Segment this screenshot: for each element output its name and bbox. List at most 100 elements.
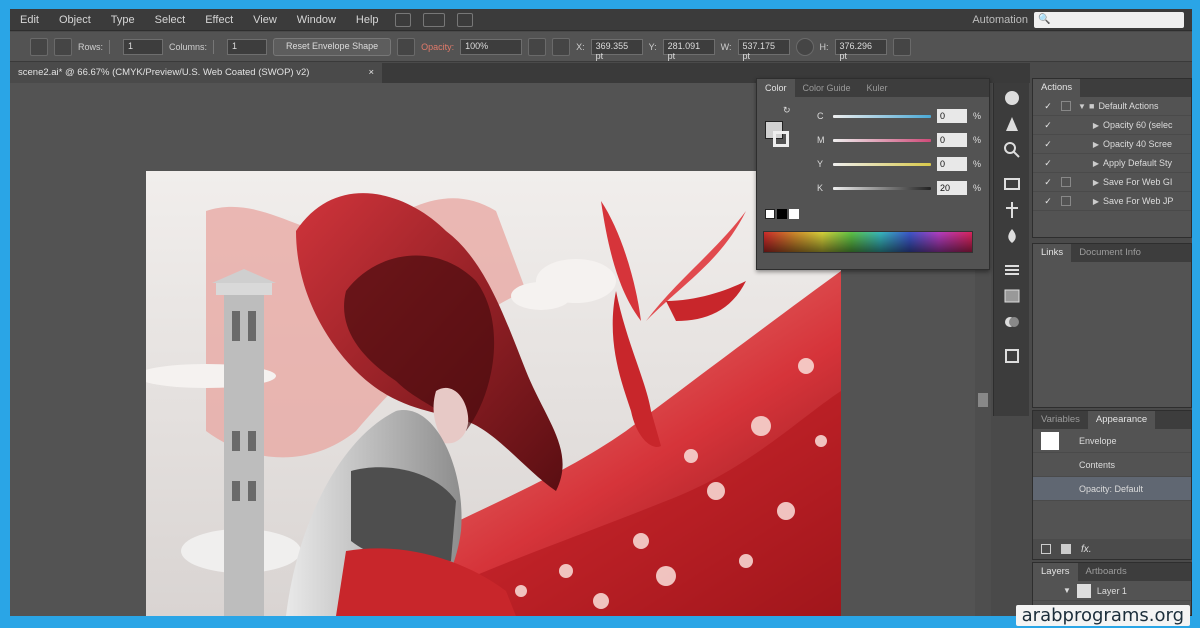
tab-artboards[interactable]: Artboards xyxy=(1078,563,1135,581)
color-panel-icon[interactable] xyxy=(1001,87,1023,109)
workspace-switcher[interactable]: Automation xyxy=(972,14,1034,26)
check-icon[interactable]: ✓ xyxy=(1041,158,1055,169)
brushes-icon[interactable] xyxy=(1001,113,1023,135)
tab-color[interactable]: Color xyxy=(757,79,795,97)
columns-field[interactable]: 1 xyxy=(227,38,268,55)
menu-edit[interactable]: Edit xyxy=(10,14,49,26)
tab-appearance[interactable]: Appearance xyxy=(1087,411,1156,429)
action-row[interactable]: ✓ ▶ Apply Default Sty xyxy=(1033,154,1191,173)
gradient-icon[interactable] xyxy=(1001,285,1023,307)
symbols-icon[interactable] xyxy=(1001,139,1023,161)
menu-object[interactable]: Object xyxy=(49,14,101,26)
y-field[interactable]: 281.091 pt xyxy=(662,38,715,61)
swap-colors-icon[interactable]: ↻ xyxy=(783,105,791,116)
expand-triangle-icon[interactable]: ▶ xyxy=(1089,121,1103,130)
artboards-icon[interactable] xyxy=(1001,345,1023,367)
cyan-value[interactable]: 0 xyxy=(937,109,967,123)
symbol-sprayer-icon[interactable] xyxy=(1001,199,1023,221)
layer-expand-icon[interactable]: ▼ xyxy=(1063,586,1071,595)
h-field[interactable]: 376.296 pt xyxy=(834,38,887,61)
menu-view[interactable]: View xyxy=(243,14,287,26)
edit-contents-button[interactable] xyxy=(54,37,72,56)
arrange-documents-icon[interactable] xyxy=(422,12,445,27)
dialog-toggle[interactable] xyxy=(1061,120,1071,130)
document-tab[interactable]: scene2.ai* @ 66.67% (CMYK/Preview/U.S. W… xyxy=(10,63,382,83)
check-icon[interactable]: ✓ xyxy=(1041,101,1055,112)
bridge-icon[interactable] xyxy=(394,12,411,27)
menu-select[interactable]: Select xyxy=(145,14,196,26)
opacity-field[interactable]: 100% xyxy=(460,38,523,55)
magenta-value[interactable]: 0 xyxy=(937,133,967,147)
dialog-toggle[interactable] xyxy=(1061,139,1071,149)
swatches-icon[interactable] xyxy=(1001,225,1023,247)
action-row[interactable]: ✓ ▶ Save For Web GI xyxy=(1033,173,1191,192)
w-field[interactable]: 537.175 pt xyxy=(737,38,790,61)
rows-stepper[interactable] xyxy=(109,39,117,54)
dialog-toggle[interactable] xyxy=(1061,158,1071,168)
check-icon[interactable]: ✓ xyxy=(1041,120,1055,131)
constrain-proportions-icon[interactable] xyxy=(795,37,814,56)
search-input[interactable]: 🔍 xyxy=(1034,11,1184,28)
stroke-icon[interactable] xyxy=(1001,259,1023,281)
dialog-toggle[interactable] xyxy=(1061,101,1071,111)
close-tab-icon[interactable]: × xyxy=(368,67,374,79)
tab-links[interactable]: Links xyxy=(1033,244,1072,262)
black-value[interactable]: 20 xyxy=(937,181,967,195)
tab-variables[interactable]: Variables xyxy=(1033,411,1088,429)
tab-actions[interactable]: Actions xyxy=(1033,79,1081,97)
tab-kuler[interactable]: Kuler xyxy=(859,79,896,97)
action-row[interactable]: ✓ ▼ ■ Default Actions xyxy=(1033,97,1191,116)
expand-triangle-icon[interactable]: ▶ xyxy=(1089,140,1103,149)
graphic-styles-icon[interactable] xyxy=(1001,173,1023,195)
menu-effect[interactable]: Effect xyxy=(195,14,243,26)
opacity-label[interactable]: Opacity: xyxy=(421,42,454,52)
yellow-slider[interactable] xyxy=(833,162,931,166)
appearance-row-opacity[interactable]: Opacity: Default xyxy=(1033,477,1191,501)
stroke-swatch[interactable] xyxy=(773,131,789,147)
expand-triangle-icon[interactable]: ▼ xyxy=(1075,102,1089,111)
tab-document-info[interactable]: Document Info xyxy=(1071,244,1149,262)
transparency-icon[interactable] xyxy=(1001,311,1023,333)
transform-icon[interactable] xyxy=(552,37,571,56)
dialog-toggle[interactable] xyxy=(1061,196,1071,206)
add-stroke-icon[interactable] xyxy=(1041,544,1051,554)
columns-stepper[interactable] xyxy=(213,39,221,54)
menu-type[interactable]: Type xyxy=(101,14,145,26)
action-row[interactable]: ✓ ▶ Opacity 40 Scree xyxy=(1033,135,1191,154)
add-fill-icon[interactable] xyxy=(1061,544,1071,554)
white-swatch[interactable] xyxy=(789,209,799,219)
add-effect-button[interactable]: fx. xyxy=(1081,544,1092,555)
expand-triangle-icon[interactable]: ▶ xyxy=(1089,159,1103,168)
rows-field[interactable]: 1 xyxy=(123,38,164,55)
black-swatch[interactable] xyxy=(777,209,787,219)
menu-window[interactable]: Window xyxy=(287,14,346,26)
gpu-performance-icon[interactable] xyxy=(456,12,473,27)
action-row[interactable]: ✓ ▶ Save For Web JP xyxy=(1033,192,1191,211)
cyan-slider[interactable] xyxy=(833,114,931,118)
check-icon[interactable]: ✓ xyxy=(1041,196,1055,207)
dialog-toggle[interactable] xyxy=(1061,177,1071,187)
tab-color-guide[interactable]: Color Guide xyxy=(795,79,859,97)
transform-options-icon[interactable] xyxy=(892,37,911,56)
x-field[interactable]: 369.355 pt xyxy=(590,38,643,61)
appearance-row-contents[interactable]: Contents xyxy=(1033,453,1191,477)
align-icon[interactable] xyxy=(528,37,547,56)
edit-envelope-button[interactable] xyxy=(30,37,48,56)
action-row[interactable]: ✓ ▶ Opacity 60 (selec xyxy=(1033,116,1191,135)
black-slider[interactable] xyxy=(833,186,931,190)
layer-row[interactable]: ▼ Layer 1 xyxy=(1033,581,1191,601)
reset-envelope-button[interactable]: Reset Envelope Shape xyxy=(273,37,392,56)
expand-triangle-icon[interactable]: ▶ xyxy=(1089,197,1103,206)
artboard[interactable] xyxy=(146,171,841,616)
expand-triangle-icon[interactable]: ▶ xyxy=(1089,178,1103,187)
check-icon[interactable]: ✓ xyxy=(1041,139,1055,150)
color-spectrum[interactable] xyxy=(763,231,973,253)
menu-help[interactable]: Help xyxy=(346,14,389,26)
magenta-slider[interactable] xyxy=(833,138,931,142)
none-swatch[interactable] xyxy=(765,209,775,219)
tab-layers[interactable]: Layers xyxy=(1033,563,1078,581)
yellow-value[interactable]: 0 xyxy=(937,157,967,171)
scrollbar-thumb[interactable] xyxy=(978,393,988,407)
check-icon[interactable]: ✓ xyxy=(1041,177,1055,188)
appearance-row-envelope[interactable]: Envelope xyxy=(1033,429,1191,453)
